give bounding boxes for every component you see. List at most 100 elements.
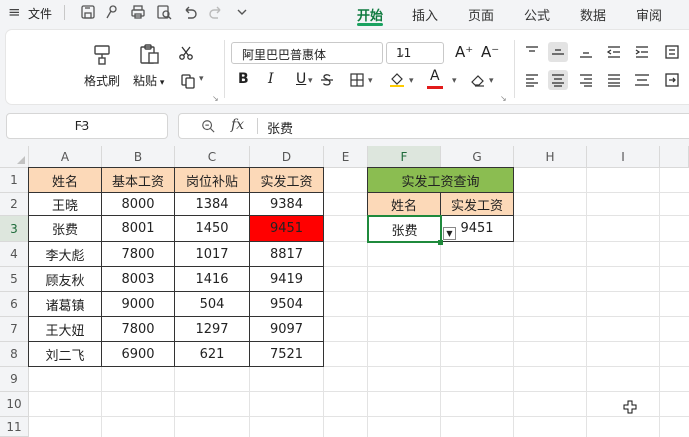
font-color-button[interactable]: A bbox=[430, 68, 440, 84]
formula-bar[interactable]: fx 张费 bbox=[178, 113, 689, 139]
font-size-select[interactable]: 11 ⌄ bbox=[386, 42, 444, 64]
table-cell[interactable]: 1384 bbox=[175, 193, 250, 216]
header-cell-allowance[interactable]: 岗位补贴 bbox=[175, 168, 250, 193]
column-header-f[interactable]: F bbox=[368, 146, 441, 168]
merge-cells-icon[interactable] bbox=[662, 70, 682, 90]
grow-font-button[interactable]: A⁺ bbox=[455, 43, 473, 61]
align-top-icon[interactable] bbox=[522, 42, 542, 62]
tab-data[interactable]: 数据 bbox=[580, 5, 606, 24]
column-header-h[interactable]: H bbox=[514, 146, 587, 168]
align-center-icon[interactable] bbox=[548, 70, 568, 90]
table-cell[interactable]: 1017 bbox=[175, 242, 250, 267]
justify-icon[interactable] bbox=[604, 70, 624, 90]
preview-icon[interactable] bbox=[154, 2, 174, 22]
align-left-icon[interactable] bbox=[522, 70, 542, 90]
tab-page[interactable]: 页面 bbox=[468, 5, 494, 24]
table-cell[interactable]: 7521 bbox=[250, 342, 324, 367]
row-header-8[interactable]: 8 bbox=[0, 342, 29, 367]
column-header-j[interactable] bbox=[660, 146, 689, 168]
table-cell[interactable]: 李大彪 bbox=[29, 242, 102, 267]
row-header-5[interactable]: 5 bbox=[0, 267, 29, 292]
tab-formula[interactable]: 公式 bbox=[524, 5, 550, 24]
column-header-a[interactable]: A bbox=[29, 146, 102, 168]
decrease-indent-icon[interactable] bbox=[604, 42, 624, 62]
fill-handle[interactable] bbox=[438, 240, 443, 245]
table-cell[interactable]: 6900 bbox=[102, 342, 175, 367]
data-validation-dropdown-icon[interactable]: ▼ bbox=[443, 227, 456, 240]
table-cell[interactable]: 7800 bbox=[102, 242, 175, 267]
column-header-c[interactable]: C bbox=[175, 146, 250, 168]
table-cell[interactable]: 621 bbox=[175, 342, 250, 367]
table-cell[interactable]: 8000 bbox=[102, 193, 175, 216]
bold-button[interactable]: B bbox=[238, 71, 249, 87]
brush-icon[interactable] bbox=[102, 2, 122, 22]
strikethrough-icon[interactable] bbox=[317, 70, 337, 90]
column-header-i[interactable]: I bbox=[587, 146, 660, 168]
column-header-g[interactable]: G bbox=[441, 146, 514, 168]
row-header-9[interactable]: 9 bbox=[0, 367, 29, 392]
eraser-dropdown-icon[interactable]: ▾ bbox=[489, 76, 494, 86]
fill-color-icon[interactable] bbox=[387, 69, 407, 89]
table-cell[interactable]: 504 bbox=[175, 292, 250, 317]
eraser-icon[interactable] bbox=[468, 70, 488, 90]
name-box[interactable]: F3 ⌄ bbox=[6, 113, 168, 139]
save-icon[interactable] bbox=[78, 2, 98, 22]
distribute-icon[interactable] bbox=[632, 70, 652, 90]
underline-button[interactable]: U bbox=[296, 71, 306, 87]
lookup-header-name[interactable]: 姓名 bbox=[368, 193, 441, 216]
format-painter-button[interactable]: 格式刷 bbox=[84, 42, 120, 89]
menu-icon[interactable]: ≡ bbox=[8, 3, 21, 21]
table-cell[interactable]: 1450 bbox=[175, 216, 250, 242]
lookup-header-salary[interactable]: 实发工资 bbox=[441, 193, 514, 216]
tab-home[interactable]: 开始 bbox=[357, 5, 383, 24]
row-header-1[interactable]: 1 bbox=[0, 168, 29, 193]
table-cell[interactable]: 8003 bbox=[102, 267, 175, 292]
border-dropdown-icon[interactable]: ▾ bbox=[368, 76, 373, 86]
table-cell[interactable]: 9419 bbox=[250, 267, 324, 292]
row-header-4[interactable]: 4 bbox=[0, 242, 29, 267]
print-icon[interactable] bbox=[128, 2, 148, 22]
chevron-down-icon[interactable]: ⌄ bbox=[7, 119, 157, 130]
table-cell[interactable]: 8817 bbox=[250, 242, 324, 267]
increase-indent-icon[interactable] bbox=[632, 42, 652, 62]
border-icon[interactable] bbox=[347, 70, 367, 90]
zoom-icon[interactable] bbox=[201, 119, 215, 137]
row-header-7[interactable]: 7 bbox=[0, 317, 29, 342]
row-header-2[interactable]: 2 bbox=[0, 193, 29, 216]
align-right-icon[interactable] bbox=[576, 70, 596, 90]
table-cell[interactable]: 诸葛镇 bbox=[29, 292, 102, 317]
copy-dropdown-icon[interactable]: ▾ bbox=[199, 74, 204, 84]
row-header-11[interactable]: 11 bbox=[0, 417, 29, 437]
table-cell[interactable]: 刘二飞 bbox=[29, 342, 102, 367]
column-header-e[interactable]: E bbox=[324, 146, 368, 168]
column-header-b[interactable]: B bbox=[102, 146, 175, 168]
header-cell-name[interactable]: 姓名 bbox=[29, 168, 102, 193]
row-header-6[interactable]: 6 bbox=[0, 292, 29, 317]
selected-cell-f3[interactable]: 张费 bbox=[367, 215, 442, 243]
column-header-d[interactable]: D bbox=[250, 146, 324, 168]
redo-icon[interactable] bbox=[206, 2, 226, 22]
table-cell[interactable]: 9000 bbox=[102, 292, 175, 317]
fill-color-dropdown-icon[interactable]: ▾ bbox=[409, 76, 414, 86]
tab-review[interactable]: 审阅 bbox=[636, 5, 662, 24]
font-launcher-icon[interactable]: ↘ bbox=[500, 94, 507, 103]
header-cell-base-salary[interactable]: 基本工资 bbox=[102, 168, 175, 193]
font-name-select[interactable]: 阿里巴巴普惠体 ⌄ bbox=[231, 42, 383, 64]
align-middle-icon[interactable] bbox=[548, 42, 568, 62]
copy-icon[interactable] bbox=[178, 71, 198, 91]
table-cell[interactable]: 9384 bbox=[250, 193, 324, 216]
file-menu[interactable]: 文件 bbox=[28, 5, 52, 22]
wrap-text-icon[interactable] bbox=[662, 42, 682, 62]
table-cell[interactable]: 王大妞 bbox=[29, 317, 102, 342]
table-cell[interactable]: 王晓 bbox=[29, 193, 102, 216]
table-cell[interactable]: 顾友秋 bbox=[29, 267, 102, 292]
paste-button[interactable]: 粘贴 ▾ bbox=[133, 42, 164, 89]
row-header-3[interactable]: 3 bbox=[0, 216, 29, 242]
tab-insert[interactable]: 插入 bbox=[412, 5, 438, 24]
table-cell[interactable]: 9097 bbox=[250, 317, 324, 342]
undo-icon[interactable] bbox=[180, 2, 200, 22]
table-cell[interactable]: 9504 bbox=[250, 292, 324, 317]
row-header-10[interactable]: 10 bbox=[0, 392, 29, 417]
italic-button[interactable]: I bbox=[268, 71, 274, 87]
clipboard-launcher-icon[interactable]: ↘ bbox=[212, 94, 219, 103]
